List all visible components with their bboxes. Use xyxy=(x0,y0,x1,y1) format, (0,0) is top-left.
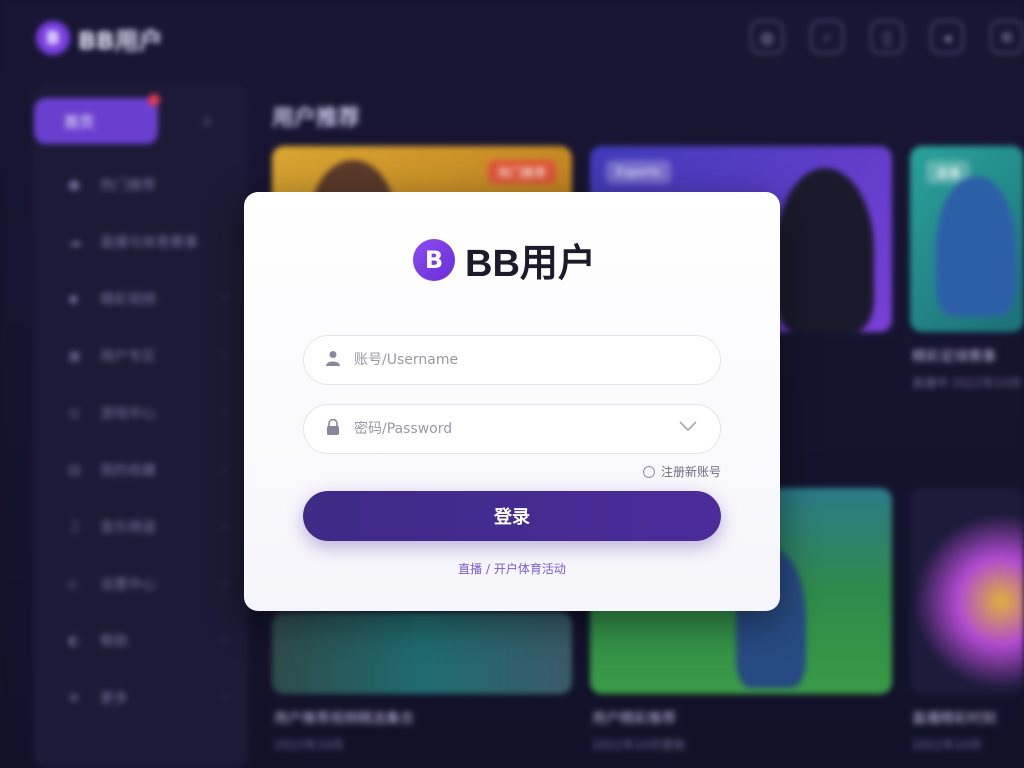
footer-links[interactable]: 直播 / 开户体育活动 xyxy=(244,560,780,577)
register-option[interactable]: 注册新账号 xyxy=(642,463,721,480)
login-modal: B BB用户 注册新账号 登录 直播 / 开户体育活动 xyxy=(244,192,780,611)
card-caption: 用户精彩推荐 xyxy=(592,711,676,727)
sidebar-item[interactable]: ⌂ 设置中心 › xyxy=(34,555,248,612)
notification-dot xyxy=(148,94,160,106)
username-input[interactable] xyxy=(354,352,654,368)
media-card[interactable] xyxy=(910,488,1024,694)
chevron-right-icon: › xyxy=(222,690,228,705)
chevron-right-icon: › xyxy=(222,576,228,591)
top-icons: ◍ ⌕ ▯ ◂ ✲ xyxy=(750,20,1024,54)
sidebar-item-icon: ▣ xyxy=(68,347,82,364)
brand-name: BB用户 xyxy=(78,26,163,55)
chevron-right-icon: › xyxy=(222,462,228,477)
globe-icon[interactable]: ◍ xyxy=(750,20,784,54)
sidebar-item-icon: ◆ xyxy=(68,290,79,307)
card-caption: 直播精彩时刻 xyxy=(912,711,996,727)
sidebar-item-icon: ◎ xyxy=(68,404,81,421)
user-icon xyxy=(324,350,342,370)
card-tag: Esports xyxy=(606,160,671,184)
card-subtitle: 2022年10月 xyxy=(912,738,982,752)
chevron-right-icon: › xyxy=(222,633,228,648)
sidebar-item-home[interactable]: 首页 xyxy=(34,94,160,144)
sidebar-item[interactable]: ● 热门推荐 xyxy=(34,156,248,213)
chevron-down-icon[interactable] xyxy=(678,417,698,438)
sidebar-item-label: 用户专区 xyxy=(100,348,156,365)
sidebar-item[interactable]: ◆ 精彩视频 › xyxy=(34,270,248,327)
sidebar-item-icon: ⌂ xyxy=(68,575,77,592)
card-subtitle: 2022年10月更新 xyxy=(592,738,686,752)
sidebar: 首页 ⌕ ● 热门推荐 ☁ 直播与体育赛事 ◆ 精彩视频 › ▣ 用户专区 › ◎ 游戏中心 ›… xyxy=(34,84,248,768)
sidebar-item[interactable]: ▣ 用户专区 › xyxy=(34,327,248,384)
brand-logo-icon: B xyxy=(413,238,455,281)
sidebar-item-label: 热门推荐 xyxy=(100,177,156,194)
chevron-right-icon: › xyxy=(222,291,228,306)
sidebar-item[interactable]: ▤ 我的收藏 › xyxy=(34,441,248,498)
sidebar-item-label: 直播与体育赛事 xyxy=(100,234,198,251)
chevron-right-icon: › xyxy=(222,519,228,534)
sidebar-item-icon: ▤ xyxy=(68,461,82,478)
sidebar-item-label: 精彩视频 xyxy=(100,291,156,308)
lock-icon xyxy=(324,418,342,439)
chevron-right-icon: › xyxy=(222,348,228,363)
modal-brand: B BB用户 xyxy=(413,232,596,287)
sidebar-item-icon: ♫ xyxy=(68,518,81,535)
player-image xyxy=(936,176,1016,316)
sidebar-item-label: 音乐频道 xyxy=(100,519,156,536)
sidebar-item-icon: ⊕ xyxy=(68,689,80,706)
search-icon[interactable]: ⌕ xyxy=(202,108,213,132)
sidebar-item[interactable]: ⊕ 更多 › xyxy=(34,669,248,726)
sidebar-item[interactable]: ◐ 帮助 › xyxy=(34,612,248,669)
sidebar-item-label: 游戏中心 xyxy=(100,405,156,422)
top-bar: B BB用户 ◍ ⌕ ▯ ◂ ✲ xyxy=(0,0,1024,76)
sidebar-item-label: 我的收藏 xyxy=(100,462,156,479)
sidebar-item-label: 更多 xyxy=(100,690,128,707)
register-label: 注册新账号 xyxy=(660,465,721,479)
player-image xyxy=(776,168,874,332)
login-button[interactable]: 登录 xyxy=(303,491,721,541)
section-title: 用户推荐 xyxy=(272,106,361,131)
settings-icon[interactable]: ✲ xyxy=(990,20,1024,54)
media-card[interactable] xyxy=(272,612,572,694)
sidebar-item[interactable]: ♫ 音乐频道 › xyxy=(34,498,248,555)
sidebar-item-label: 首页 xyxy=(64,112,95,131)
sidebar-item[interactable]: ☁ 直播与体育赛事 xyxy=(34,213,248,270)
bell-icon[interactable]: ◂ xyxy=(930,20,964,54)
card-subtitle: 直播中 2022年10月 xyxy=(912,376,1022,390)
sidebar-item[interactable]: ◎ 游戏中心 › xyxy=(34,384,248,441)
chevron-right-icon: › xyxy=(222,405,228,420)
media-card[interactable]: 直播 xyxy=(910,146,1024,332)
brand-logo: B xyxy=(36,21,70,55)
sidebar-item-icon: ● xyxy=(68,176,81,193)
card-caption: 用户推荐视频精选集合 xyxy=(274,711,414,727)
sidebar-item-icon: ☁ xyxy=(68,233,82,250)
username-field[interactable] xyxy=(303,335,721,385)
card-caption: 精彩足球赛事 xyxy=(912,349,996,365)
sidebar-list: ● 热门推荐 ☁ 直播与体育赛事 ◆ 精彩视频 › ▣ 用户专区 › ◎ 游戏中心 › ▤ 我的收… xyxy=(34,156,248,726)
sidebar-item-label: 设置中心 xyxy=(100,576,156,593)
password-input[interactable] xyxy=(354,421,654,437)
register-radio[interactable] xyxy=(642,465,655,478)
card-subtitle: 2022年10月 xyxy=(274,738,344,752)
sidebar-item-label: 帮助 xyxy=(100,633,128,650)
sidebar-item-icon: ◐ xyxy=(68,632,81,649)
card-tag: 热门推荐 xyxy=(487,160,556,184)
modal-title: BB用户 xyxy=(465,243,596,285)
phone-icon[interactable]: ▯ xyxy=(870,20,904,54)
password-field[interactable] xyxy=(303,404,721,454)
search-icon[interactable]: ⌕ xyxy=(810,20,844,54)
